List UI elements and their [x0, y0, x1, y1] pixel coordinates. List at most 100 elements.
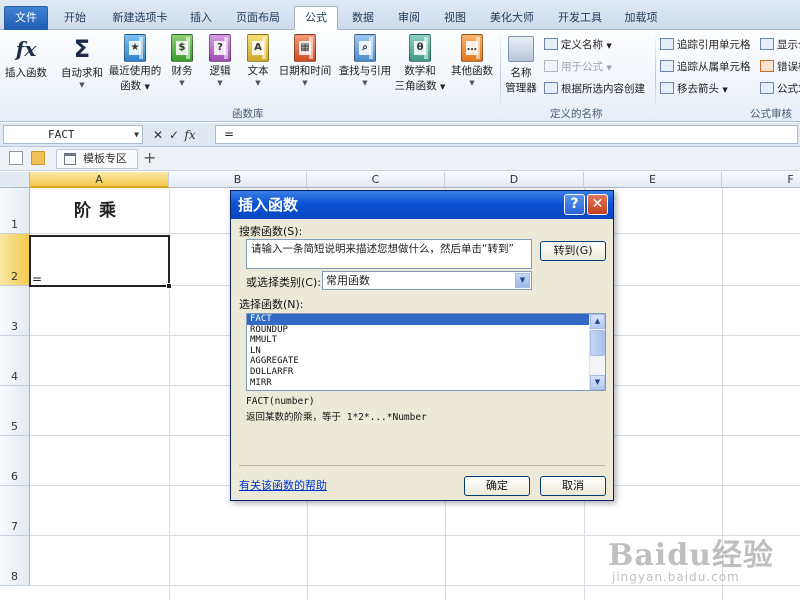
ribbon-tab-11[interactable]: 加载项: [616, 7, 666, 30]
function-list-item[interactable]: ROUNDUP: [247, 325, 589, 336]
row-number: 3: [11, 320, 18, 333]
help-button[interactable]: ?: [564, 194, 585, 215]
function-list-item[interactable]: DOLLARFR: [247, 367, 589, 378]
show-formulas-icon: [760, 38, 774, 50]
row-header-1[interactable]: 1: [0, 188, 30, 234]
error-checking-button[interactable]: 错误检: [760, 58, 800, 76]
function-list-item[interactable]: LN: [247, 346, 589, 357]
row-header-7[interactable]: 7: [0, 486, 30, 536]
row-header-3[interactable]: 3: [0, 286, 30, 336]
ribbon-tab-5[interactable]: 公式: [294, 6, 338, 30]
row-header-4[interactable]: 4: [0, 336, 30, 386]
dropdown-arrow-icon[interactable]: ▼: [515, 273, 530, 288]
more-book-icon: …: [461, 34, 483, 62]
scroll-down-icon[interactable]: ▼: [590, 375, 605, 390]
formula-bar: FACT ▼ ✕ ✓ fx =: [0, 123, 800, 147]
ribbon-tab-7[interactable]: 审阅: [390, 7, 428, 30]
document-tab-bar: 模板专区 +: [0, 147, 800, 171]
category-select[interactable]: 常用函数 ▼: [322, 271, 532, 290]
row-header-6[interactable]: 6: [0, 436, 30, 486]
active-cell-a2[interactable]: [29, 235, 172, 289]
error-checking-icon: [760, 60, 774, 72]
function-list-item[interactable]: FACT: [247, 314, 589, 325]
close-button[interactable]: ✕: [587, 194, 608, 215]
math-book-icon: θ: [409, 34, 431, 62]
remove-arrows-icon: [660, 82, 674, 94]
text-button[interactable]: A 文本 ▼: [242, 34, 274, 88]
ribbon-tab-9[interactable]: 美化大师: [482, 7, 542, 30]
ribbon-tab-4[interactable]: 页面布局: [228, 7, 288, 30]
ribbon-tab-6[interactable]: 数据: [344, 7, 382, 30]
datetime-button[interactable]: ▦ 日期和时间 ▼: [276, 34, 334, 88]
enter-check-icon[interactable]: ✓: [166, 126, 182, 144]
ribbon-tab-2[interactable]: 新建选项卡: [104, 7, 176, 30]
ribbon-tab-3[interactable]: 插入: [182, 7, 220, 30]
trace-precedents-button[interactable]: 追踪引用单元格: [660, 36, 751, 54]
select-all-corner[interactable]: [0, 172, 30, 188]
ribbon-tab-0[interactable]: 文件: [4, 6, 48, 30]
function-list-item[interactable]: MIRR: [247, 378, 589, 389]
trace-dependents-icon: [660, 60, 674, 72]
row-header-2[interactable]: 2: [0, 234, 30, 286]
fx-small-icon[interactable]: fx: [182, 126, 198, 144]
math-trig-button[interactable]: θ 数学和 三角函数 ▼: [394, 34, 446, 95]
list-scrollbar[interactable]: ▲ ▼: [589, 314, 605, 390]
group-separator: [655, 36, 656, 116]
function-list[interactable]: FACT ROUNDUP MMULT LN AGGREGATE DOLLARFR MIRR …: [246, 313, 606, 391]
go-button[interactable]: 转到(G): [540, 241, 606, 261]
group-label-defined-names: 定义的名称: [550, 108, 603, 120]
row-number: 4: [11, 370, 18, 383]
trace-dependents-button[interactable]: 追踪从属单元格: [660, 58, 751, 76]
row-header-8[interactable]: 8: [0, 536, 30, 586]
column-header-f[interactable]: F: [722, 172, 800, 188]
group-label-function-library: 函数库: [232, 108, 264, 120]
add-tab-icon[interactable]: +: [143, 148, 156, 167]
function-list-item[interactable]: MMULT: [247, 335, 589, 346]
lookup-button[interactable]: ⌕ 查找与引用 ▼: [336, 34, 394, 88]
use-in-formula-icon: [544, 60, 558, 72]
cancel-button[interactable]: 取消: [540, 476, 606, 496]
ribbon-tab-1[interactable]: 开始: [56, 7, 94, 30]
column-header-e[interactable]: E: [584, 172, 722, 188]
use-in-formula-button[interactable]: 用于公式 ▼: [544, 58, 612, 76]
ok-button[interactable]: 确定: [464, 476, 530, 496]
autosum-button[interactable]: Σ 自动求和 ▼: [58, 34, 106, 90]
search-input[interactable]: 请输入一条简短说明来描述您想做什么，然后单击“转到”: [246, 239, 532, 269]
formula-input[interactable]: =: [215, 125, 798, 144]
ribbon-tab-10[interactable]: 开发工具: [550, 7, 610, 30]
ribbon-tab-8[interactable]: 视图: [436, 7, 474, 30]
dropdown-arrow-icon: ▼: [134, 130, 139, 139]
scroll-up-icon[interactable]: ▲: [590, 314, 605, 329]
row-header-5[interactable]: 5: [0, 386, 30, 436]
insert-function-button[interactable]: fx 插入函数: [4, 34, 48, 81]
function-list-item[interactable]: AGGREGATE: [247, 356, 589, 367]
datetime-book-icon: ▦: [294, 34, 316, 62]
function-help-link[interactable]: 有关该函数的帮助: [239, 477, 327, 493]
recently-used-button[interactable]: ★ 最近使用的 函数 ▼: [106, 34, 164, 95]
column-header-d[interactable]: D: [445, 172, 584, 188]
ribbon-formulas: fx 插入函数 Σ 自动求和 ▼ ★ 最近使用的 函数 ▼ $ 财务 ▼ ? 逻…: [0, 30, 800, 122]
name-manager-button[interactable]: 名称 管理器: [502, 34, 540, 96]
cancel-x-icon[interactable]: ✕: [150, 126, 166, 144]
fill-handle[interactable]: [166, 283, 172, 289]
text-book-icon: A: [247, 34, 269, 62]
column-header-c[interactable]: C: [307, 172, 445, 188]
show-formulas-button[interactable]: 显示公: [760, 36, 800, 54]
scroll-thumb[interactable]: [590, 330, 605, 356]
select-function-label: 选择函数(N):: [239, 298, 304, 311]
column-header-a[interactable]: A: [30, 172, 169, 188]
tab-template-area[interactable]: 模板专区: [56, 149, 138, 169]
create-from-selection-button[interactable]: 根据所选内容创建: [544, 80, 645, 98]
logical-button[interactable]: ? 逻辑 ▼: [204, 34, 236, 88]
remove-arrows-button[interactable]: 移去箭头 ▼: [660, 80, 728, 98]
evaluate-formula-button[interactable]: 公式求: [760, 80, 800, 98]
new-document-icon[interactable]: [9, 151, 23, 165]
column-header-b[interactable]: B: [169, 172, 307, 188]
folder-icon[interactable]: [31, 151, 45, 165]
evaluate-formula-icon: [760, 82, 774, 94]
cell-a1[interactable]: 阶乘: [30, 189, 168, 233]
financial-button[interactable]: $ 财务 ▼: [166, 34, 198, 88]
more-functions-button[interactable]: … 其他函数 ▼: [448, 34, 496, 88]
name-box[interactable]: FACT ▼: [3, 125, 143, 144]
define-name-button[interactable]: 定义名称 ▼: [544, 36, 612, 54]
